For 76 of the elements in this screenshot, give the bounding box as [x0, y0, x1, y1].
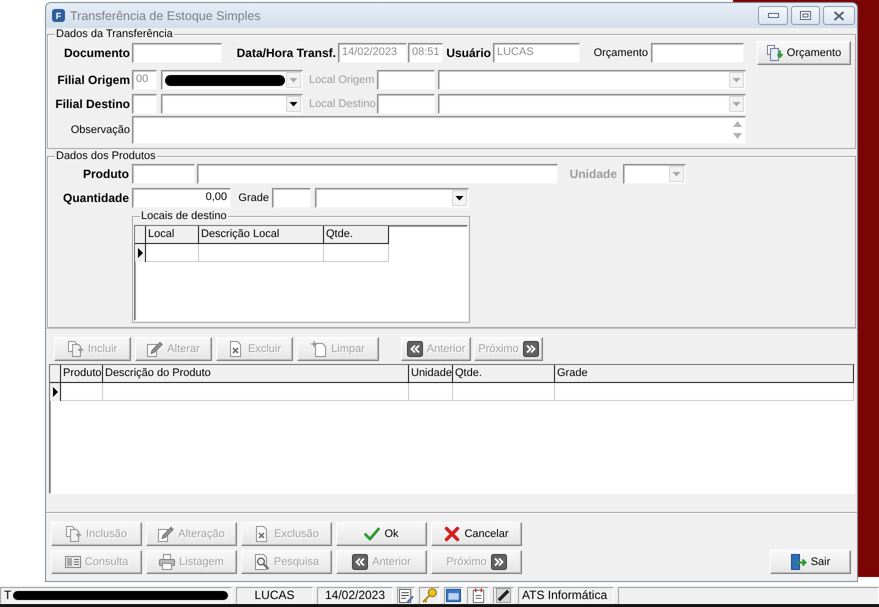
document-plus-icon: [66, 526, 82, 542]
field-label: Observação: [70, 123, 130, 137]
column-header: Unidade: [409, 365, 453, 383]
text-field[interactable]: [132, 94, 157, 114]
pencil-icon: [158, 526, 174, 542]
field-label: Local Origem: [309, 73, 374, 87]
card-icon: [64, 554, 81, 570]
maximize-button[interactable]: [791, 6, 820, 25]
table-cell: [146, 244, 199, 262]
group-title: Dados da Transferência: [55, 28, 174, 41]
close-icon: [833, 10, 845, 20]
table-cell: [409, 383, 453, 401]
field-label: Grade: [238, 191, 269, 205]
text-field[interactable]: [377, 70, 435, 90]
status-text: LUCAS: [254, 588, 294, 602]
key-icon: [422, 588, 437, 602]
x-mark-icon: [444, 526, 460, 542]
maximize-icon: [800, 11, 811, 20]
number-field[interactable]: 0,00: [132, 188, 231, 208]
column-header: Qtde.: [453, 365, 555, 383]
ok-button[interactable]: Ok: [336, 522, 427, 546]
door-icon: [790, 554, 807, 570]
group-title: Locais de destino: [140, 210, 228, 223]
double-chevron-left-icon: [352, 554, 368, 570]
document-plus-icon: [68, 341, 84, 357]
slash-icon: [496, 588, 511, 602]
text-field[interactable]: [132, 164, 195, 184]
check-icon: [364, 526, 380, 542]
grid-corner: [135, 226, 146, 244]
table-cell: [324, 244, 389, 262]
cancel-button[interactable]: Cancelar: [431, 522, 522, 546]
field-label: Produto: [83, 167, 129, 181]
window-title: Transferência de Estoque Simples: [70, 8, 261, 22]
status-text: 14/02/2023: [324, 588, 386, 602]
table-cell: [61, 383, 103, 401]
printer-icon: [159, 554, 176, 570]
column-header: Descrição Local: [199, 226, 324, 244]
status-text: T: [4, 588, 12, 602]
column-header: Produto: [61, 365, 103, 383]
field-label: Quantidade: [62, 191, 129, 205]
grid-corner: [50, 365, 61, 383]
double-chevron-right-icon: [522, 341, 539, 357]
field-label: Orçamento: [594, 46, 648, 60]
app-logo: F: [52, 9, 65, 22]
text-field[interactable]: [272, 188, 311, 208]
budget-button[interactable]: Orçamento: [757, 41, 851, 65]
minimize-button[interactable]: [758, 6, 788, 25]
group-title: Dados dos Produtos: [55, 150, 157, 163]
column-header: Local: [146, 226, 199, 244]
field-label: Local Destino: [309, 97, 376, 111]
status-text: ATS Informática: [522, 588, 608, 602]
text-field[interactable]: [132, 43, 222, 63]
document-arrow-icon: [766, 45, 783, 61]
document-x-icon: [228, 341, 244, 357]
text-field[interactable]: [651, 43, 744, 63]
text-field[interactable]: [197, 164, 558, 184]
pencil-icon: [147, 341, 164, 357]
field-label: Documento: [64, 46, 130, 60]
blank-page-icon: [311, 341, 328, 357]
close-button[interactable]: [823, 6, 855, 25]
field-label: Usuário: [446, 46, 491, 60]
field-label: Filial Destino: [55, 97, 130, 111]
calendar-icon: [470, 588, 486, 602]
memo-field[interactable]: [132, 116, 746, 144]
field-label: Filial Origem: [57, 73, 130, 87]
text-field[interactable]: [377, 94, 435, 114]
column-header: Qtde.: [324, 226, 389, 244]
column-header: Descrição do Produto: [103, 365, 409, 383]
column-header: Grade: [555, 365, 854, 383]
double-chevron-right-icon: [490, 554, 507, 570]
double-chevron-left-icon: [406, 341, 423, 357]
field-label: Unidade: [570, 167, 617, 181]
field-label: Data/Hora Transf.: [236, 46, 336, 60]
exit-button[interactable]: Sair: [770, 550, 851, 574]
search-icon: [254, 554, 270, 570]
minimize-icon: [768, 13, 778, 18]
